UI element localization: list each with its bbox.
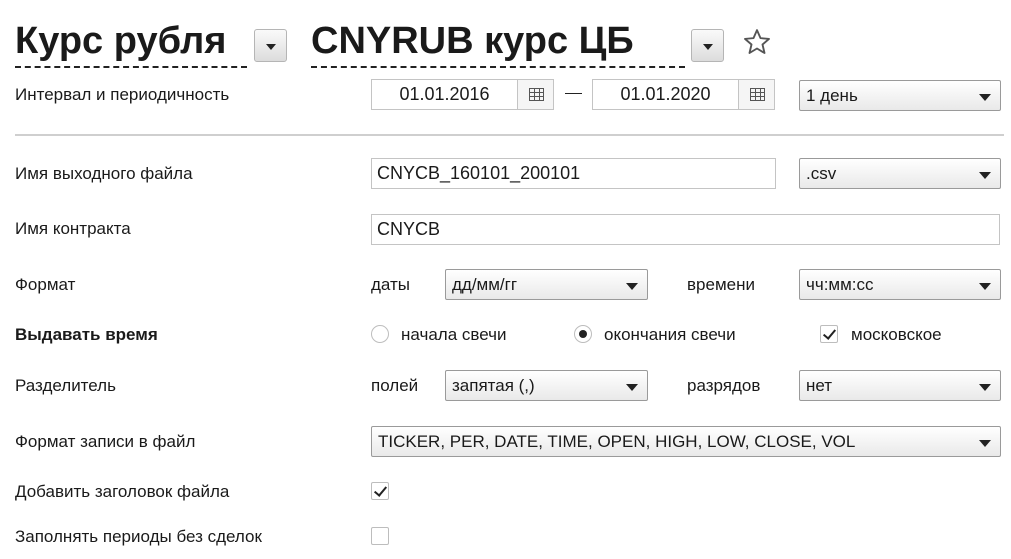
date-format-select[interactable]: дд/мм/гг [445,269,648,300]
chevron-down-icon [979,172,991,179]
date-format-label: даты [371,275,411,294]
time-format-select[interactable]: чч:мм:сс [799,269,1001,300]
instrument-title[interactable]: CNYRUB курс ЦБ [311,18,685,68]
chevron-down-icon [979,384,991,391]
contract-label: Имя контракта [15,219,131,238]
chevron-down-icon [979,440,991,447]
chevron-down-icon[interactable] [691,29,724,62]
chevron-down-icon [626,384,638,391]
time-format-label: времени [687,275,755,294]
fields-separator-select[interactable]: запятая (,) [445,370,648,401]
date-to-value[interactable]: 01.01.2020 [593,80,738,109]
format-label: Формат [15,275,76,294]
fill-periods-label: Заполнять периоды без сделок [15,527,262,546]
record-format-value: TICKER, PER, DATE, TIME, OPEN, HIGH, LOW… [378,432,856,451]
digits-separator-value: нет [806,376,833,395]
digits-separator-select[interactable]: нет [799,370,1001,401]
radio-candle-start[interactable] [371,325,389,343]
fill-periods-checkbox[interactable] [371,527,389,545]
output-time-label: Выдавать время [15,325,158,344]
fields-separator-value: запятая (,) [452,376,535,395]
chevron-down-icon [626,283,638,290]
radio-candle-end[interactable] [574,325,592,343]
contract-input[interactable]: CNYCB [371,214,1000,245]
fields-separator-label: полей [371,376,419,395]
calendar-icon[interactable] [738,80,774,109]
record-format-label: Формат записи в файл [15,432,196,451]
add-header-checkbox[interactable] [371,482,389,500]
section-divider [15,134,1004,136]
page-title-rates[interactable]: Курс рубля [15,18,247,68]
date-from-field[interactable]: 01.01.2016 [371,79,554,110]
date-range-dash [565,93,582,94]
digits-separator-label: разрядов [687,376,761,395]
date-to-field[interactable]: 01.01.2020 [592,79,775,110]
separator-label: Разделитель [15,376,116,395]
interval-label: Интервал и периодичность [15,85,230,104]
date-format-value: дд/мм/гг [452,275,518,294]
chevron-down-icon [979,283,991,290]
chevron-down-icon [979,94,991,101]
star-icon[interactable] [742,27,772,57]
date-from-value[interactable]: 01.01.2016 [372,80,517,109]
file-extension-value: .csv [806,164,837,183]
output-file-label: Имя выходного файла [15,164,193,183]
moscow-time-checkbox[interactable] [820,325,838,343]
time-format-value: чч:мм:сс [806,275,874,294]
file-extension-select[interactable]: .csv [799,158,1001,189]
candle-start-label[interactable]: начала свечи [401,324,506,346]
moscow-time-label[interactable]: московское [851,324,942,346]
period-select-value: 1 день [806,86,858,105]
chevron-down-icon[interactable] [254,29,287,62]
candle-end-label[interactable]: окончания свечи [604,324,736,346]
add-header-label: Добавить заголовок файла [15,482,230,501]
period-select[interactable]: 1 день [799,80,1001,111]
output-file-input[interactable]: CNYCB_160101_200101 [371,158,776,189]
record-format-select[interactable]: TICKER, PER, DATE, TIME, OPEN, HIGH, LOW… [371,426,1001,457]
calendar-icon[interactable] [517,80,553,109]
